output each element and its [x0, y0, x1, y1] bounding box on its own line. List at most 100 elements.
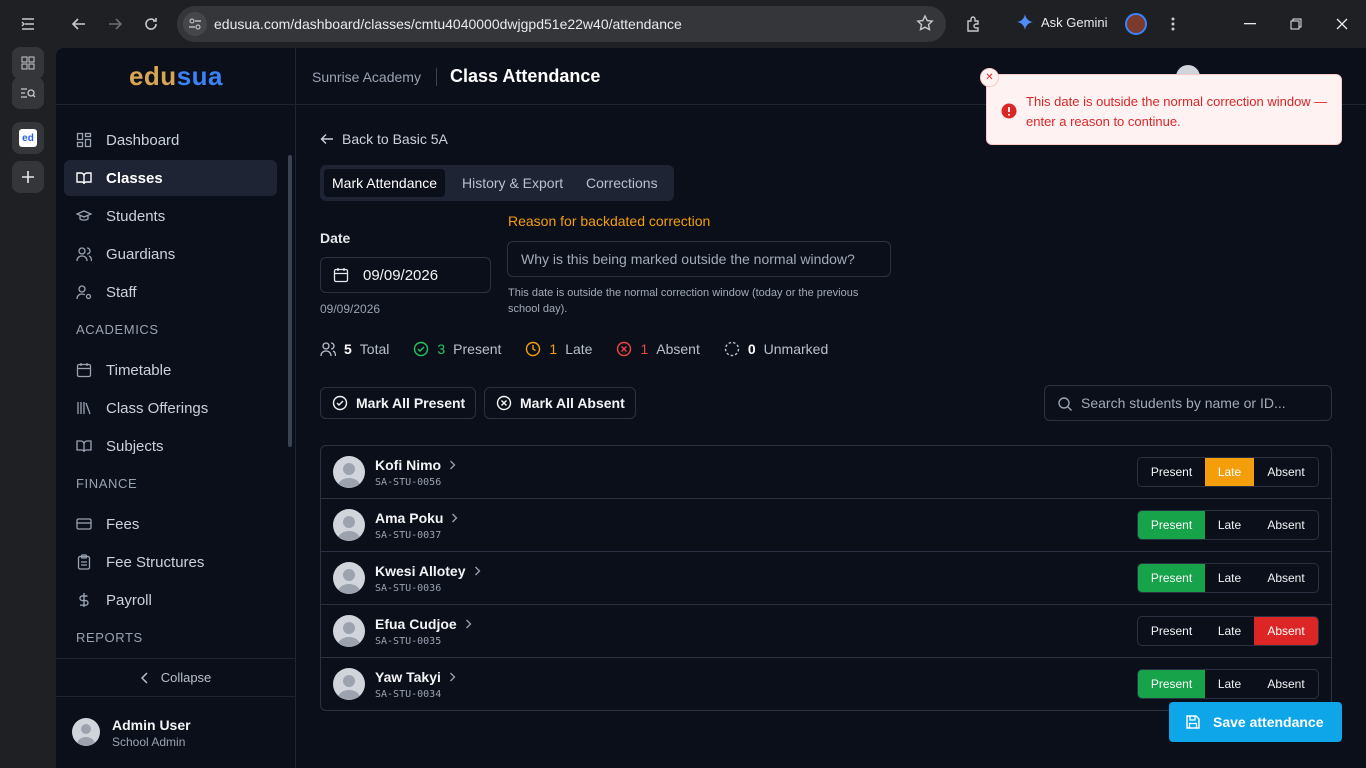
student-name-link[interactable]: Kwesi Allotey	[375, 563, 481, 579]
url-text[interactable]: edusua.com/dashboard/classes/cmtu4040000…	[214, 16, 682, 32]
tab-mark-attendance[interactable]: Mark Attendance	[324, 169, 446, 197]
status-present-button[interactable]: Present	[1138, 564, 1205, 592]
status-present-button[interactable]: Present	[1138, 458, 1205, 486]
mark-all-present-button[interactable]: Mark All Present	[320, 387, 477, 419]
mark-all-absent-button[interactable]: Mark All Absent	[484, 387, 636, 419]
restore-window-icon[interactable]	[1286, 14, 1306, 34]
avatar	[333, 615, 365, 647]
page-title: Class Attendance	[450, 66, 601, 86]
school-breadcrumb[interactable]: Sunrise Academy	[312, 69, 421, 85]
sidebar-item-label: Students	[106, 207, 166, 225]
chevron-right-icon	[450, 460, 456, 470]
avatar	[333, 456, 365, 488]
sidebar-item-label: Classes	[106, 169, 163, 187]
student-name-link[interactable]: Yaw Takyi	[375, 669, 456, 685]
status-late-button[interactable]: Late	[1205, 511, 1254, 539]
sidebar-item-fees[interactable]: Fees	[64, 506, 277, 542]
status-late-button[interactable]: Late	[1205, 564, 1254, 592]
edusua-logo[interactable]: edu sua	[56, 48, 296, 105]
sidebar-item-guardians[interactable]: Guardians	[64, 236, 277, 272]
date-picker[interactable]: 09/09/2026	[320, 257, 491, 293]
grid-icon	[76, 132, 92, 148]
student-id: SA-STU-0034	[375, 689, 442, 700]
sidebar-item-label: Fee Structures	[106, 553, 205, 571]
save-icon	[1186, 715, 1200, 729]
status-absent-button[interactable]: Absent	[1254, 617, 1318, 645]
status-present-button[interactable]: Present	[1138, 511, 1205, 539]
forward-arrow-icon[interactable]	[103, 12, 127, 36]
date-subtext: 09/09/2026	[320, 302, 381, 316]
status-absent-button[interactable]: Absent	[1254, 670, 1318, 698]
library-icon	[77, 402, 91, 415]
sidebar-item-label: Timetable	[106, 361, 172, 379]
dollar-icon	[79, 593, 89, 607]
status-absent-button[interactable]: Absent	[1254, 511, 1318, 539]
extensions-puzzle-icon[interactable]	[962, 12, 986, 36]
collapse-sidebar-button[interactable]: Collapse	[56, 658, 296, 696]
student-name: Yaw Takyi	[375, 669, 441, 685]
arrow-left-icon	[320, 134, 333, 144]
search-input[interactable]	[1081, 386, 1321, 420]
status-present-button[interactable]: Present	[1138, 670, 1205, 698]
users-icon	[320, 342, 336, 357]
student-name-link[interactable]: Kofi Nimo	[375, 457, 456, 473]
status-late-button[interactable]: Late	[1205, 617, 1254, 645]
sidebar-item-class-offerings[interactable]: Class Offerings	[64, 390, 277, 426]
stat-absent: 1 Absent	[616, 341, 700, 357]
ask-gemini-button[interactable]: Ask Gemini	[1017, 14, 1107, 30]
user-profile[interactable]: Admin User School Admin	[56, 696, 296, 768]
tab-search-icon[interactable]	[12, 77, 44, 109]
graduation-cap-icon	[76, 210, 92, 221]
date-value: 09/09/2026	[363, 266, 439, 284]
status-absent-button[interactable]: Absent	[1254, 458, 1318, 486]
student-name-link[interactable]: Efua Cudjoe	[375, 616, 472, 632]
chevron-right-icon	[452, 513, 458, 523]
student-name-link[interactable]: Ama Poku	[375, 510, 458, 526]
tab-corrections[interactable]: Corrections	[578, 169, 666, 197]
status-late-button[interactable]: Late	[1205, 670, 1254, 698]
stat-present: 3 Present	[413, 341, 501, 357]
bookmark-star-icon[interactable]	[916, 14, 934, 32]
back-link-label: Back to Basic 5A	[342, 131, 448, 147]
sidebar-item-staff[interactable]: Staff	[64, 274, 277, 310]
close-window-icon[interactable]	[1332, 14, 1352, 34]
edusua-tab[interactable]: ed	[12, 122, 44, 154]
sidebar-item-classes[interactable]: Classes	[64, 160, 277, 196]
sidebar-item-label: Staff	[106, 283, 137, 301]
student-search[interactable]	[1044, 385, 1332, 421]
tab-strip-toggle-icon[interactable]	[12, 8, 44, 40]
table-row: Ama Poku SA-STU-0037 Present Late Absent	[321, 499, 1331, 552]
status-late-button[interactable]: Late	[1205, 458, 1254, 486]
student-id: SA-STU-0035	[375, 636, 442, 647]
sidebar-item-students[interactable]: Students	[64, 198, 277, 234]
calendar-icon	[76, 363, 92, 378]
sidebar-item-subjects[interactable]: Subjects	[64, 428, 277, 464]
stat-absent-value: 1	[640, 341, 649, 357]
tab-grid-icon[interactable]	[12, 47, 44, 79]
sidebar-scrollbar[interactable]	[288, 155, 292, 447]
site-settings-icon[interactable]	[183, 12, 207, 36]
user-name: Admin User	[112, 717, 191, 733]
sidebar-item-dashboard[interactable]: Dashboard	[64, 122, 277, 158]
back-to-class-link[interactable]: Back to Basic 5A	[320, 131, 448, 147]
toast-close-icon[interactable]: ✕	[980, 68, 999, 87]
profile-avatar-icon[interactable]	[1124, 12, 1148, 36]
status-present-button[interactable]: Present	[1138, 617, 1205, 645]
reason-input[interactable]	[507, 241, 891, 277]
sidebar-item-fee-structures[interactable]: Fee Structures	[64, 544, 277, 580]
stat-unmarked-value: 0	[747, 341, 756, 357]
dashed-circle-icon	[724, 341, 740, 357]
sidebar-item-payroll[interactable]: Payroll	[64, 582, 277, 618]
tab-history-export[interactable]: History & Export	[454, 169, 571, 197]
address-bar[interactable]: edusua.com/dashboard/classes/cmtu4040000…	[177, 6, 946, 42]
browser-menu-icon[interactable]	[1161, 12, 1185, 36]
status-absent-button[interactable]: Absent	[1254, 564, 1318, 592]
new-tab-button[interactable]	[12, 161, 44, 193]
back-arrow-icon[interactable]	[67, 12, 91, 36]
reload-icon[interactable]	[139, 12, 163, 36]
credit-card-icon	[76, 518, 92, 530]
minimize-window-icon[interactable]	[1240, 14, 1260, 34]
attendance-status-toggle: Present Late Absent	[1137, 510, 1319, 540]
save-attendance-button[interactable]: Save attendance	[1169, 702, 1342, 742]
sidebar-item-timetable[interactable]: Timetable	[64, 352, 277, 388]
